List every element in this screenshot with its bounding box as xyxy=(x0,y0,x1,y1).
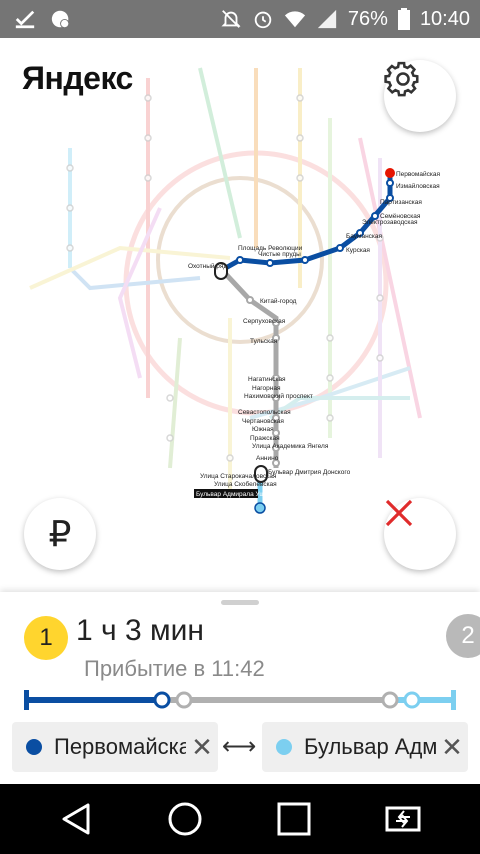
signal-icon xyxy=(317,9,337,29)
notification-icon xyxy=(51,10,70,29)
route-label: Севастопольская xyxy=(238,409,291,416)
transfer-node xyxy=(153,691,171,709)
gear-icon xyxy=(384,61,419,97)
route-label: Охотный ряд xyxy=(188,262,227,270)
route-label: Бауманская xyxy=(346,233,383,240)
clear-from-button[interactable]: ✕ xyxy=(186,732,218,763)
navigation-bar xyxy=(0,784,480,854)
ruble-icon: ₽ xyxy=(48,513,72,554)
route-label: Нагатинская xyxy=(248,376,286,383)
fare-button[interactable]: ₽ xyxy=(24,498,96,570)
route-option-2[interactable]: 2 xyxy=(446,614,480,658)
screen-share-icon[interactable] xyxy=(383,799,423,839)
route-label: Южная xyxy=(252,426,274,433)
arrival-time: Прибытие в 11:42 xyxy=(84,656,265,681)
progress-segment-grey xyxy=(163,697,393,703)
yandex-logo: Яндекс xyxy=(22,60,133,96)
back-icon[interactable] xyxy=(56,799,96,839)
transfer-node xyxy=(403,691,421,709)
line-color-dot xyxy=(276,739,292,755)
route-label: Тульская xyxy=(250,338,278,345)
route-sheet[interactable]: 1 1 ч 3 мин Прибытие в 11:42 2 Первомайс… xyxy=(0,592,480,784)
route-label: Нагорная xyxy=(252,385,281,392)
check-icon xyxy=(15,10,35,29)
progress-segment-blue xyxy=(27,697,163,703)
metro-map[interactable]: Первомайская Измайловская Партизанская С… xyxy=(0,38,480,592)
destination-label: Бульвар Адмирала Ушакова xyxy=(196,491,282,498)
mute-icon xyxy=(221,10,241,28)
recents-icon[interactable] xyxy=(274,799,314,839)
close-route-button[interactable] xyxy=(384,498,456,570)
wifi-icon xyxy=(284,11,305,28)
progress-segment-lightblue xyxy=(393,697,453,703)
line-color-dot xyxy=(26,739,42,755)
route-label: Пражская xyxy=(250,435,280,442)
battery-percent: 76% xyxy=(347,7,388,30)
route-label: Чертановская xyxy=(242,418,284,425)
close-icon xyxy=(385,499,413,527)
route-label: Партизанская xyxy=(380,199,422,206)
home-icon[interactable] xyxy=(165,799,205,839)
clear-to-button[interactable]: ✕ xyxy=(436,732,468,763)
route-progress xyxy=(24,690,456,710)
route-label: Бульвар Дмитрия Донского xyxy=(268,469,351,476)
from-station-chip[interactable]: Первомайская ✕ xyxy=(12,722,218,772)
route-label: Курская xyxy=(346,247,370,254)
progress-end xyxy=(451,690,456,710)
route-label: Китай-город xyxy=(260,297,297,305)
swap-stations-button[interactable]: ⟷ xyxy=(222,732,256,762)
route-label: Площадь Революции xyxy=(238,245,303,252)
route-label: Улица Академика Янгеля xyxy=(252,443,329,450)
transfer-node xyxy=(175,691,193,709)
route-label: Чистые пруды xyxy=(258,251,301,258)
route-label: Серпуховская xyxy=(243,318,286,325)
route-label: Электрозаводская xyxy=(362,219,418,226)
route-label: Нахимовский проспект xyxy=(244,392,313,400)
from-station-name: Первомайская xyxy=(54,734,186,759)
route-option-1[interactable]: 1 xyxy=(24,616,68,660)
route-label: Улица Старокачаловская xyxy=(200,473,277,480)
route-label: Улица Скобелевская xyxy=(214,480,277,488)
transfer-node xyxy=(381,691,399,709)
route-label: Первомайская xyxy=(396,170,440,178)
alarm-icon xyxy=(254,11,272,29)
route-duration: 1 ч 3 мин xyxy=(76,614,204,647)
status-bar: 76% 10:40 xyxy=(0,0,480,38)
to-station-chip[interactable]: Бульвар Адмирала Ушакова ✕ xyxy=(262,722,468,772)
clock: 10:40 xyxy=(419,7,470,30)
route-label: Аннино xyxy=(256,455,279,462)
battery-icon xyxy=(397,8,410,30)
to-station-name: Бульвар Адмирала Ушакова xyxy=(304,734,436,759)
progress-start xyxy=(24,690,29,710)
settings-button[interactable] xyxy=(384,60,456,132)
route-label: Измайловская xyxy=(396,182,440,190)
sheet-handle[interactable] xyxy=(221,600,259,605)
